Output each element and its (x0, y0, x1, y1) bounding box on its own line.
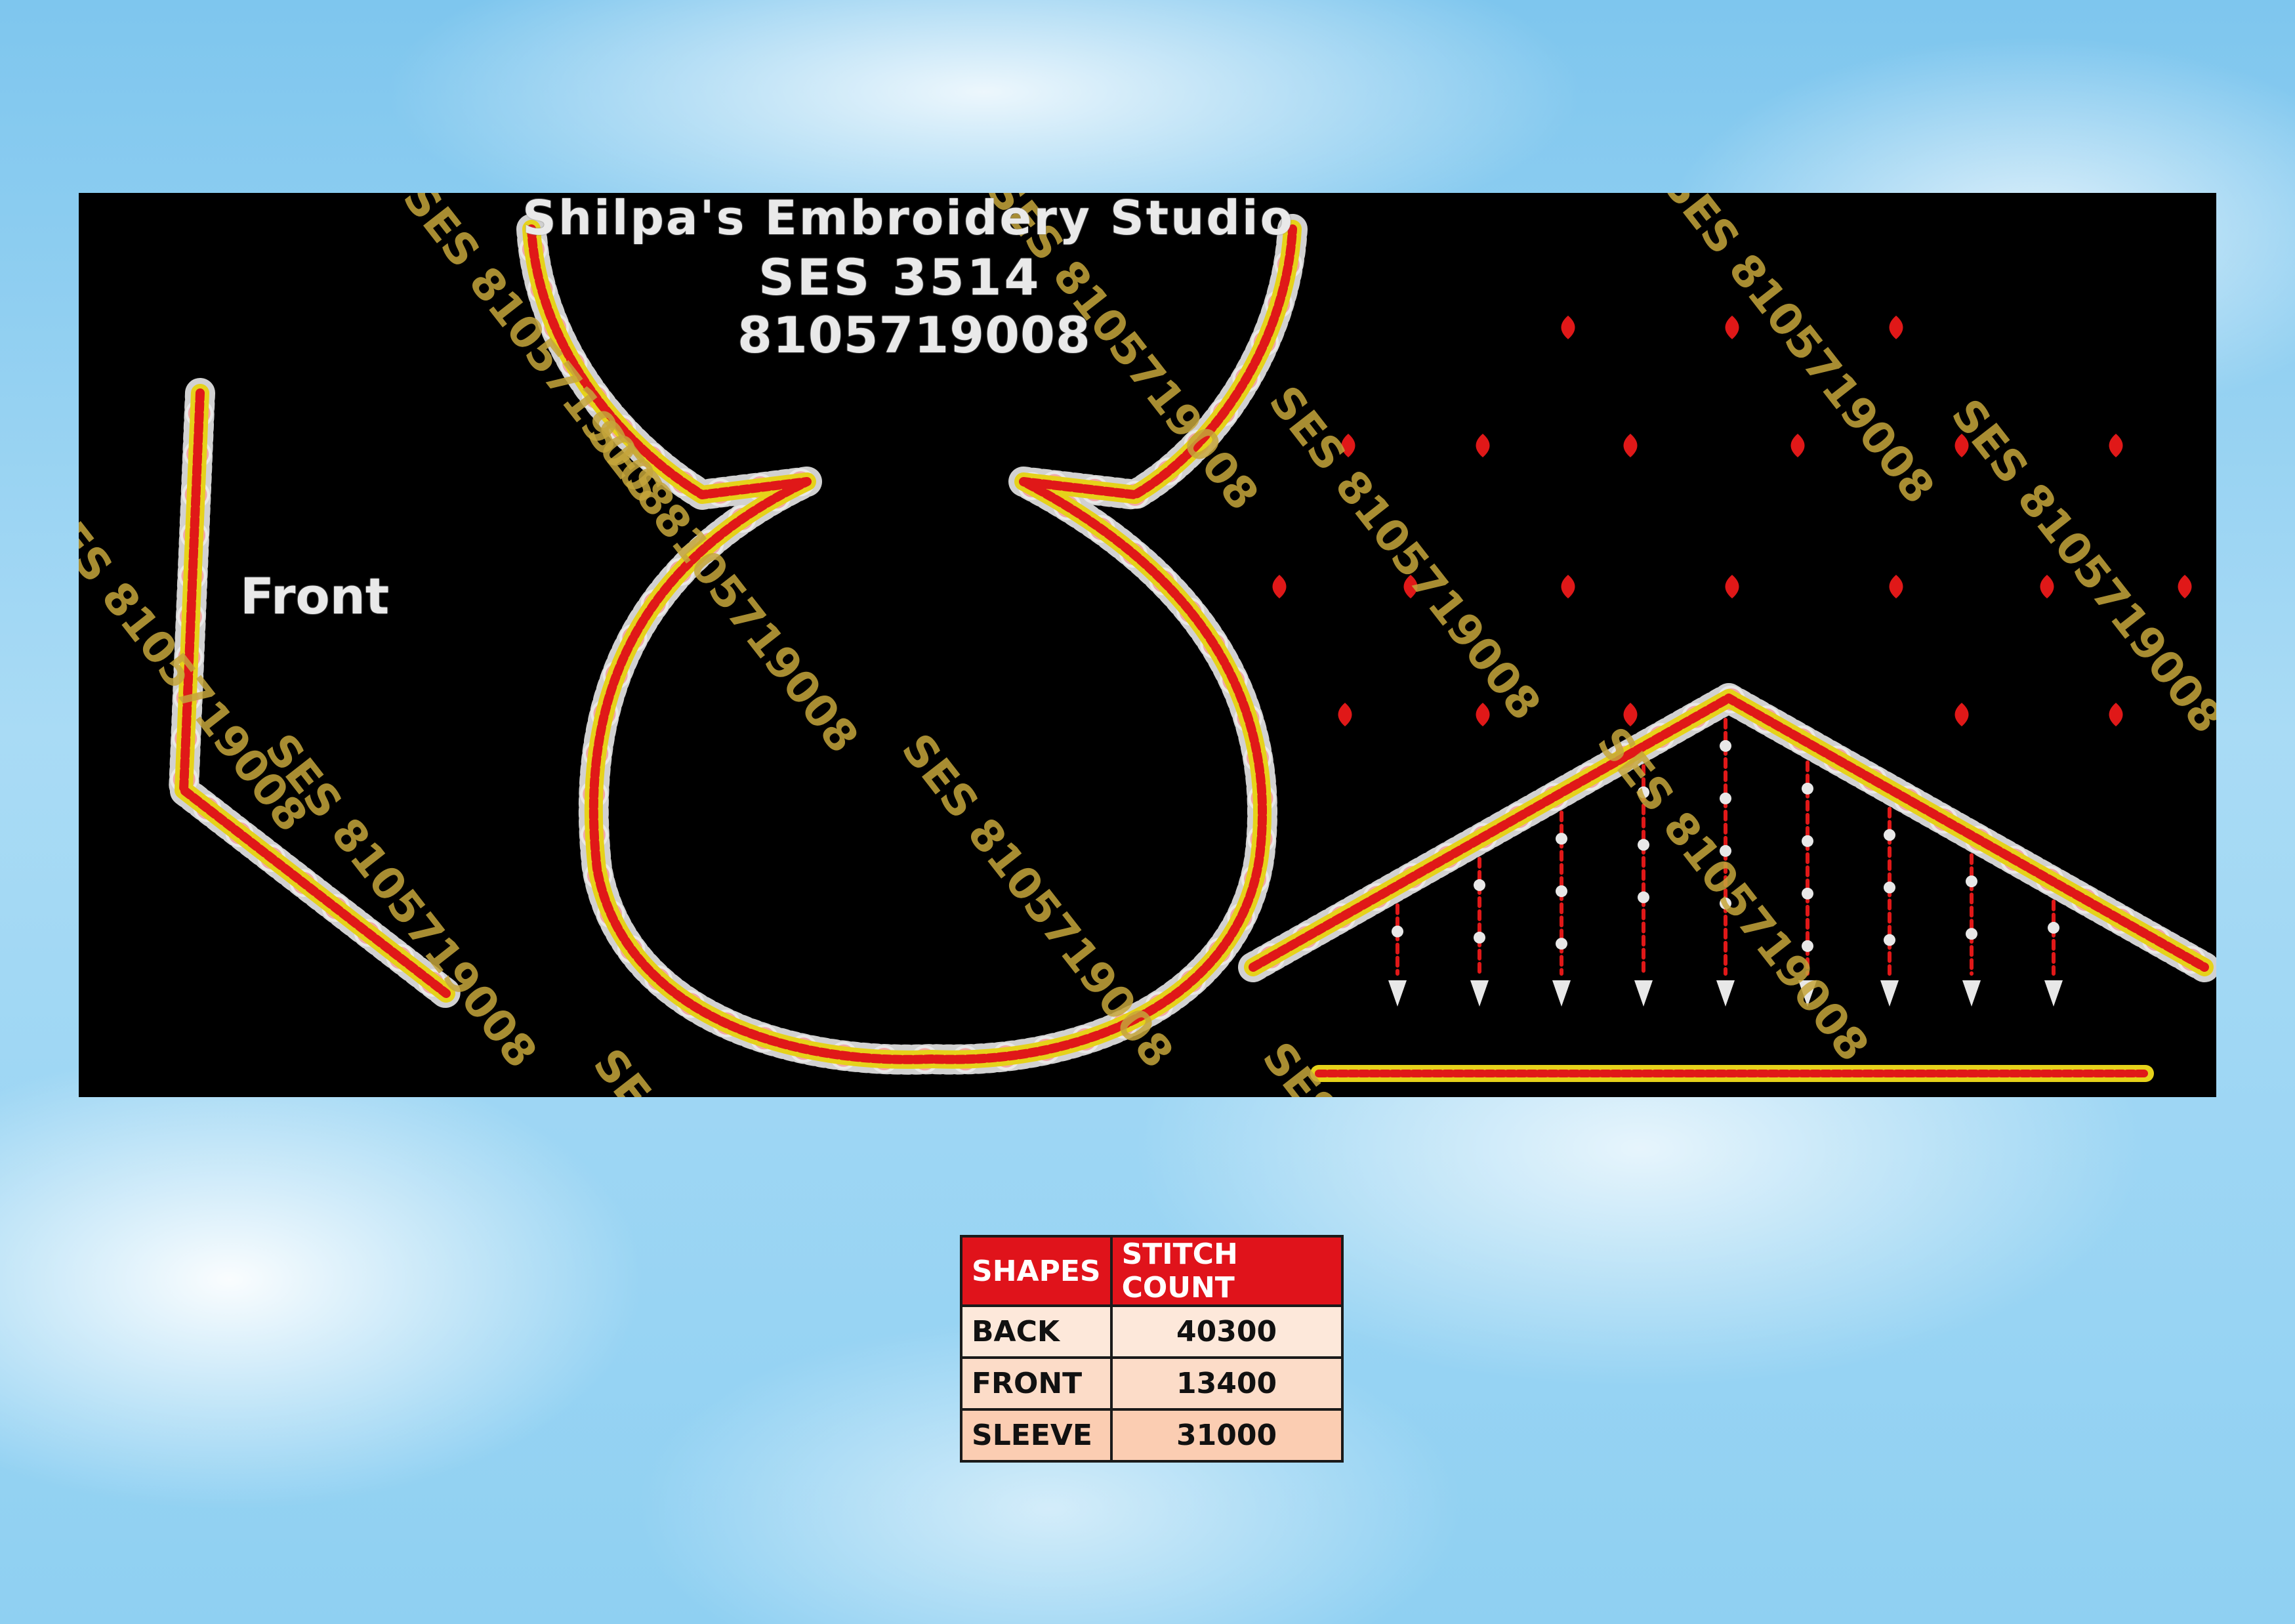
pendant (2044, 980, 2063, 1007)
buti-motif (2109, 434, 2123, 457)
bead (1720, 739, 1731, 752)
buti-motif (1725, 575, 1739, 598)
phone-number: 8105719008 (737, 306, 1091, 364)
bead (1474, 879, 1485, 891)
table-row: SLEEVE 31000 (960, 1408, 1344, 1463)
bead (1802, 835, 1813, 847)
stitch-count-table: SHAPES STITCH COUNT BACK 40300 FRONT 134… (960, 1235, 1344, 1463)
bead (1966, 875, 1977, 888)
pendant (1962, 980, 1981, 1007)
count-cell: 31000 (1109, 1408, 1344, 1463)
bead (1556, 938, 1567, 950)
pendant (1880, 980, 1899, 1007)
buti-motif (1623, 434, 1638, 457)
header-shapes: SHAPES (960, 1235, 1113, 1307)
bead (1884, 934, 1895, 946)
bead (1392, 925, 1403, 938)
pendant (1716, 980, 1735, 1007)
embroidery-artwork (169, 214, 2216, 1082)
count-cell: 40300 (1109, 1304, 1344, 1359)
buti-motif (1561, 575, 1575, 598)
embroidery-design-canvas: SES 8105719008 SES 8105719008 SES 81057190… (79, 193, 2216, 1097)
front-label: Front (240, 567, 390, 625)
bead (1638, 891, 1649, 904)
count-cell: 13400 (1109, 1356, 1344, 1411)
buti-motif (2109, 703, 2123, 726)
bead (1884, 829, 1895, 841)
bead (1802, 887, 1813, 900)
shape-cell: SLEEVE (960, 1408, 1113, 1463)
table-header-row: SHAPES STITCH COUNT (960, 1235, 1344, 1307)
pendant (1388, 980, 1407, 1007)
bead (1556, 885, 1567, 898)
shape-cell: FRONT (960, 1356, 1113, 1411)
buti-motif (1954, 703, 1969, 726)
buti-motif (1561, 316, 1575, 339)
bead (1556, 833, 1567, 845)
buti-motif (2040, 575, 2054, 598)
table-row: BACK 40300 (960, 1304, 1344, 1359)
design-code: SES 3514 (758, 248, 1042, 306)
buti-motif (1476, 703, 1490, 726)
pendant (1552, 980, 1571, 1007)
buti-motif (2178, 575, 2192, 598)
buti-motif (1889, 316, 1903, 339)
bead (1802, 782, 1813, 795)
bead (1474, 931, 1485, 944)
shape-cell: BACK (960, 1304, 1113, 1359)
table-row: FRONT 13400 (960, 1356, 1344, 1411)
buti-motif (1476, 434, 1490, 457)
bead (1966, 928, 1977, 940)
bead (1638, 839, 1649, 851)
pendant (1470, 980, 1489, 1007)
buti-motif (1889, 575, 1903, 598)
bead (1720, 792, 1731, 804)
header-stitch-count: STITCH COUNT (1109, 1235, 1344, 1307)
bead (1884, 881, 1895, 894)
buti-motif (1725, 316, 1739, 339)
studio-name: Shilpa's Embroidery Studio (522, 193, 1295, 245)
buti-motif (1338, 703, 1352, 726)
bead (2048, 921, 2059, 934)
buti-motif (1272, 575, 1287, 598)
pendant (1634, 980, 1653, 1007)
buti-motif (1790, 434, 1805, 457)
